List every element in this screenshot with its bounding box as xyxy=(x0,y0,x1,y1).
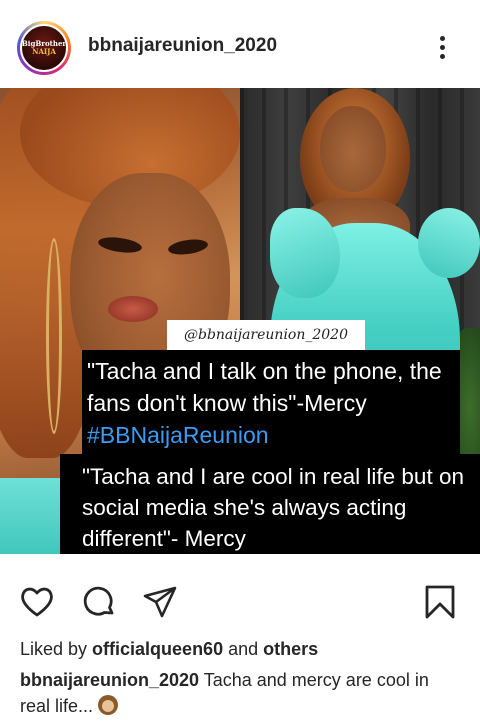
quote-1-hashtag: #BBNaijaReunion xyxy=(87,422,269,448)
avatar-image: BigBrother NAIJA xyxy=(20,24,68,72)
quote-1-text: "Tacha and I talk on the phone, the fans… xyxy=(87,358,442,416)
bookmark-icon[interactable] xyxy=(422,584,458,620)
see-no-evil-monkey-icon xyxy=(98,695,119,715)
post-caption: bbnaijareunion_2020 Tacha and mercy are … xyxy=(20,667,450,719)
watermark-handle: @bbnaijareunion_2020 xyxy=(167,320,365,350)
heart-icon[interactable] xyxy=(19,584,55,620)
post-header: BigBrother NAIJA bbnaijareunion_2020 xyxy=(0,0,480,92)
comment-icon[interactable] xyxy=(81,584,117,620)
likes-prefix: Liked by xyxy=(20,639,93,659)
post-image[interactable]: @bbnaijareunion_2020 "Tacha and I talk o… xyxy=(0,88,480,554)
avatar-logo-subtext: NAIJA xyxy=(32,47,56,56)
username-link[interactable]: bbnaijareunion_2020 xyxy=(88,35,277,57)
action-bar xyxy=(0,570,480,630)
likes-summary[interactable]: Liked by officialqueen60 and others xyxy=(20,639,318,660)
paper-plane-icon[interactable] xyxy=(142,584,178,620)
likes-middle: and xyxy=(223,639,264,659)
liked-by-others-link[interactable]: others xyxy=(263,639,318,659)
quote-box-2: "Tacha and I are cool in real life but o… xyxy=(60,454,480,554)
avatar[interactable]: BigBrother NAIJA xyxy=(17,21,71,75)
quote-box-1: "Tacha and I talk on the phone, the fans… xyxy=(82,350,460,455)
caption-username-link[interactable]: bbnaijareunion_2020 xyxy=(20,670,199,690)
more-options-icon[interactable] xyxy=(436,36,448,62)
liked-by-user-link[interactable]: officialqueen60 xyxy=(92,639,223,659)
